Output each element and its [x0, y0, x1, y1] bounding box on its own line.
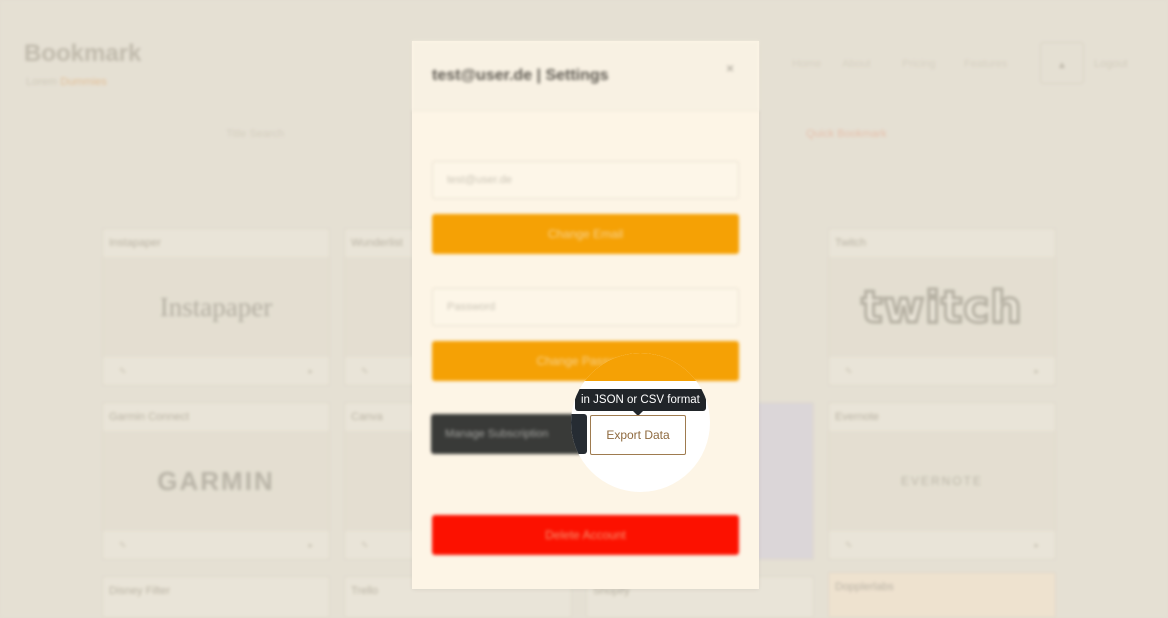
close-icon[interactable]: ×	[726, 60, 734, 76]
spotlight-highlight: sword in JSON or CSV format Export Data	[571, 353, 710, 492]
change-password-button-edge: sword	[571, 353, 710, 381]
change-email-button[interactable]: Change Email	[432, 214, 739, 254]
delete-account-button[interactable]: Delete Account	[432, 515, 739, 555]
modal-title: test@user.de | Settings	[432, 67, 609, 84]
export-data-button[interactable]: Export Data	[590, 415, 686, 455]
settings-modal: test@user.de | Settings × test@user.de C…	[412, 41, 759, 589]
manage-subscription-button[interactable]: Manage Subscription	[431, 414, 591, 454]
modal-header: test@user.de | Settings ×	[412, 41, 759, 111]
change-password-label-fragment: sword	[571, 353, 642, 357]
export-tooltip: in JSON or CSV format	[575, 389, 706, 411]
password-field[interactable]: Password	[432, 288, 739, 326]
modal-content: test@user.de | Settings × test@user.de C…	[412, 41, 759, 589]
manage-subscription-button-edge	[571, 414, 587, 454]
email-field[interactable]: test@user.de	[432, 161, 739, 199]
